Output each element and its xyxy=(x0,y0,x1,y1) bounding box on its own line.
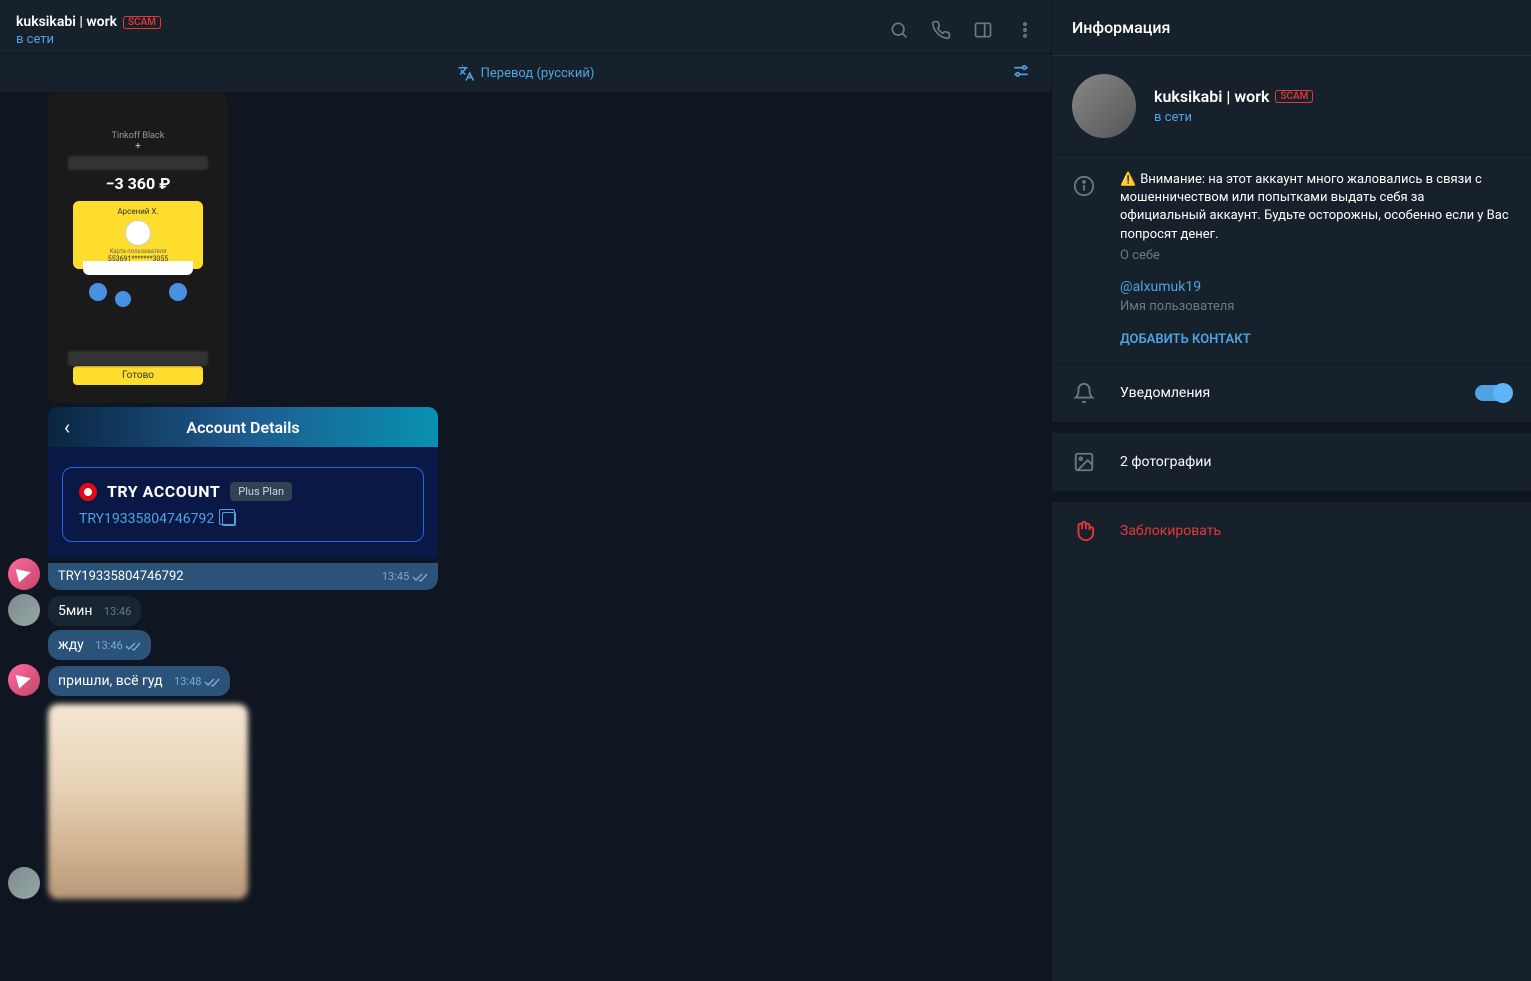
profile-name: kuksikabi | work SCAM xyxy=(1154,87,1313,106)
message-bubble-in[interactable]: 5мин 13:46 xyxy=(48,596,141,626)
block-label: Заблокировать xyxy=(1120,523,1221,539)
message-row xyxy=(8,700,1051,899)
tinkoff-action-icons xyxy=(89,283,187,301)
sender-avatar[interactable] xyxy=(8,558,40,590)
message-row: жду 13:46 xyxy=(8,630,1051,660)
translate-label[interactable]: Перевод (русский) xyxy=(457,64,595,82)
message-time: 13:46 xyxy=(104,605,131,618)
message-row: 5мин 13:46 xyxy=(8,594,1051,626)
tinkoff-icon-2 xyxy=(169,283,187,301)
search-icon[interactable] xyxy=(889,20,909,40)
tinkoff-amount: −3 360 ₽ xyxy=(106,174,171,193)
photos-row[interactable]: 2 фотографии xyxy=(1052,433,1531,492)
sender-avatar[interactable] xyxy=(8,594,40,626)
scam-warning: ⚠️Внимание: на этот аккаунт много жалова… xyxy=(1120,171,1511,244)
tinkoff-card: Арсений Х. Карта пользователя 553691****… xyxy=(73,201,203,269)
sender-avatar[interactable] xyxy=(8,867,40,899)
translate-bar[interactable]: Перевод (русский) xyxy=(0,54,1051,93)
profile-avatar[interactable] xyxy=(1072,74,1136,138)
message-text: TRY19335804746792 xyxy=(58,569,184,584)
message-time: 13:46 xyxy=(95,639,141,652)
message-image-account[interactable]: ‹ Account Details TRY ACCOUNT Plus Plan … xyxy=(48,407,438,558)
account-body: TRY ACCOUNT Plus Plan TRY19335804746792 xyxy=(48,447,438,558)
tinkoff-plus: + xyxy=(135,141,141,152)
message-row: TRY19335804746792 13:45 xyxy=(8,558,1051,590)
sender-avatar[interactable] xyxy=(8,664,40,696)
tinkoff-card-logo xyxy=(125,220,151,246)
notifications-row[interactable]: Уведомления xyxy=(1052,364,1531,423)
chat-header[interactable]: kuksikabi | work SCAM в сети xyxy=(0,6,1051,54)
account-plan-badge: Plus Plan xyxy=(230,482,292,501)
info-content: ⚠️Внимание: на этот аккаунт много жалова… xyxy=(1120,171,1511,347)
photos-label: 2 фотографии xyxy=(1120,454,1511,470)
chat-status: в сети xyxy=(16,32,889,47)
bell-icon xyxy=(1072,382,1096,404)
scam-badge: SCAM xyxy=(1275,90,1313,103)
header-actions xyxy=(889,20,1035,40)
chat-panel: kuksikabi | work SCAM в сети Перевод (ру… xyxy=(0,0,1051,981)
add-contact-button[interactable]: ДОБАВИТЬ КОНТАКТ xyxy=(1120,332,1511,347)
notifications-toggle[interactable] xyxy=(1475,385,1511,401)
message-image-tinkoff[interactable]: Tinkoff Black + −3 360 ₽ Арсений Х. Карт… xyxy=(48,93,228,403)
tinkoff-card-name: Арсений Х. xyxy=(117,207,158,216)
tinkoff-brand: Tinkoff Black xyxy=(112,131,165,141)
account-header: ‹ Account Details xyxy=(48,407,438,447)
message-bubble-out[interactable]: TRY19335804746792 13:45 xyxy=(48,563,438,590)
chat-name: kuksikabi | work xyxy=(16,14,117,30)
message-time: 13:45 xyxy=(382,570,428,583)
tinkoff-card-sub: Карта пользователя xyxy=(109,248,166,255)
account-name: TRY ACCOUNT xyxy=(107,482,220,501)
tinkoff-icon-1 xyxy=(89,283,107,301)
chat-header-info[interactable]: kuksikabi | work SCAM в сети xyxy=(16,14,889,47)
sidebar-toggle-icon[interactable] xyxy=(973,20,993,40)
message-text: жду xyxy=(58,637,84,653)
notifications-label: Уведомления xyxy=(1120,385,1451,401)
more-icon[interactable] xyxy=(1015,20,1035,40)
copy-icon xyxy=(222,512,236,526)
block-row[interactable]: Заблокировать xyxy=(1052,502,1531,560)
blurred-row xyxy=(68,156,208,170)
about-label: О себе xyxy=(1120,248,1511,263)
translate-settings-icon[interactable] xyxy=(1011,61,1031,85)
info-icon xyxy=(1072,175,1096,347)
hand-icon xyxy=(1072,520,1096,542)
message-bubble-out[interactable]: пришли, всё гуд 13:48 xyxy=(48,666,230,696)
messages-area[interactable]: Tinkoff Black + −3 360 ₽ Арсений Х. Карт… xyxy=(0,93,1051,981)
message-sticker-cat[interactable] xyxy=(48,704,248,899)
account-title: Account Details xyxy=(186,418,299,437)
info-panel: Информация kuksikabi | work SCAM в сети … xyxy=(1051,0,1531,981)
turkey-flag-icon xyxy=(79,483,97,501)
tinkoff-icon-star xyxy=(115,291,131,307)
info-panel-title: Информация xyxy=(1052,0,1531,56)
image-icon xyxy=(1072,451,1096,473)
profile-status: в сети xyxy=(1154,110,1313,125)
message-text: 5мин xyxy=(58,603,92,619)
account-row: TRY ACCOUNT Plus Plan xyxy=(79,482,407,501)
username-label: Имя пользователя xyxy=(1120,299,1511,314)
info-section: ⚠️Внимание: на этот аккаунт много жалова… xyxy=(1052,155,1531,364)
phone-icon[interactable] xyxy=(931,20,951,40)
message-time: 13:48 xyxy=(174,675,220,688)
chat-title: kuksikabi | work SCAM xyxy=(16,14,889,30)
warning-icon: ⚠️ xyxy=(1120,172,1136,187)
message-text: пришли, всё гуд xyxy=(58,673,163,689)
blurred-row xyxy=(68,351,208,365)
account-number: TRY19335804746792 xyxy=(79,511,407,527)
scam-badge: SCAM xyxy=(123,16,161,29)
back-icon: ‹ xyxy=(64,415,70,439)
tinkoff-done-button: Готово xyxy=(73,366,203,385)
profile-block[interactable]: kuksikabi | work SCAM в сети xyxy=(1052,56,1531,155)
account-card: TRY ACCOUNT Plus Plan TRY19335804746792 xyxy=(62,467,424,542)
message-bubble-out[interactable]: жду 13:46 xyxy=(48,630,151,660)
username-link[interactable]: @alxumuk19 xyxy=(1120,279,1511,295)
message-row: пришли, всё гуд 13:48 xyxy=(8,664,1051,696)
